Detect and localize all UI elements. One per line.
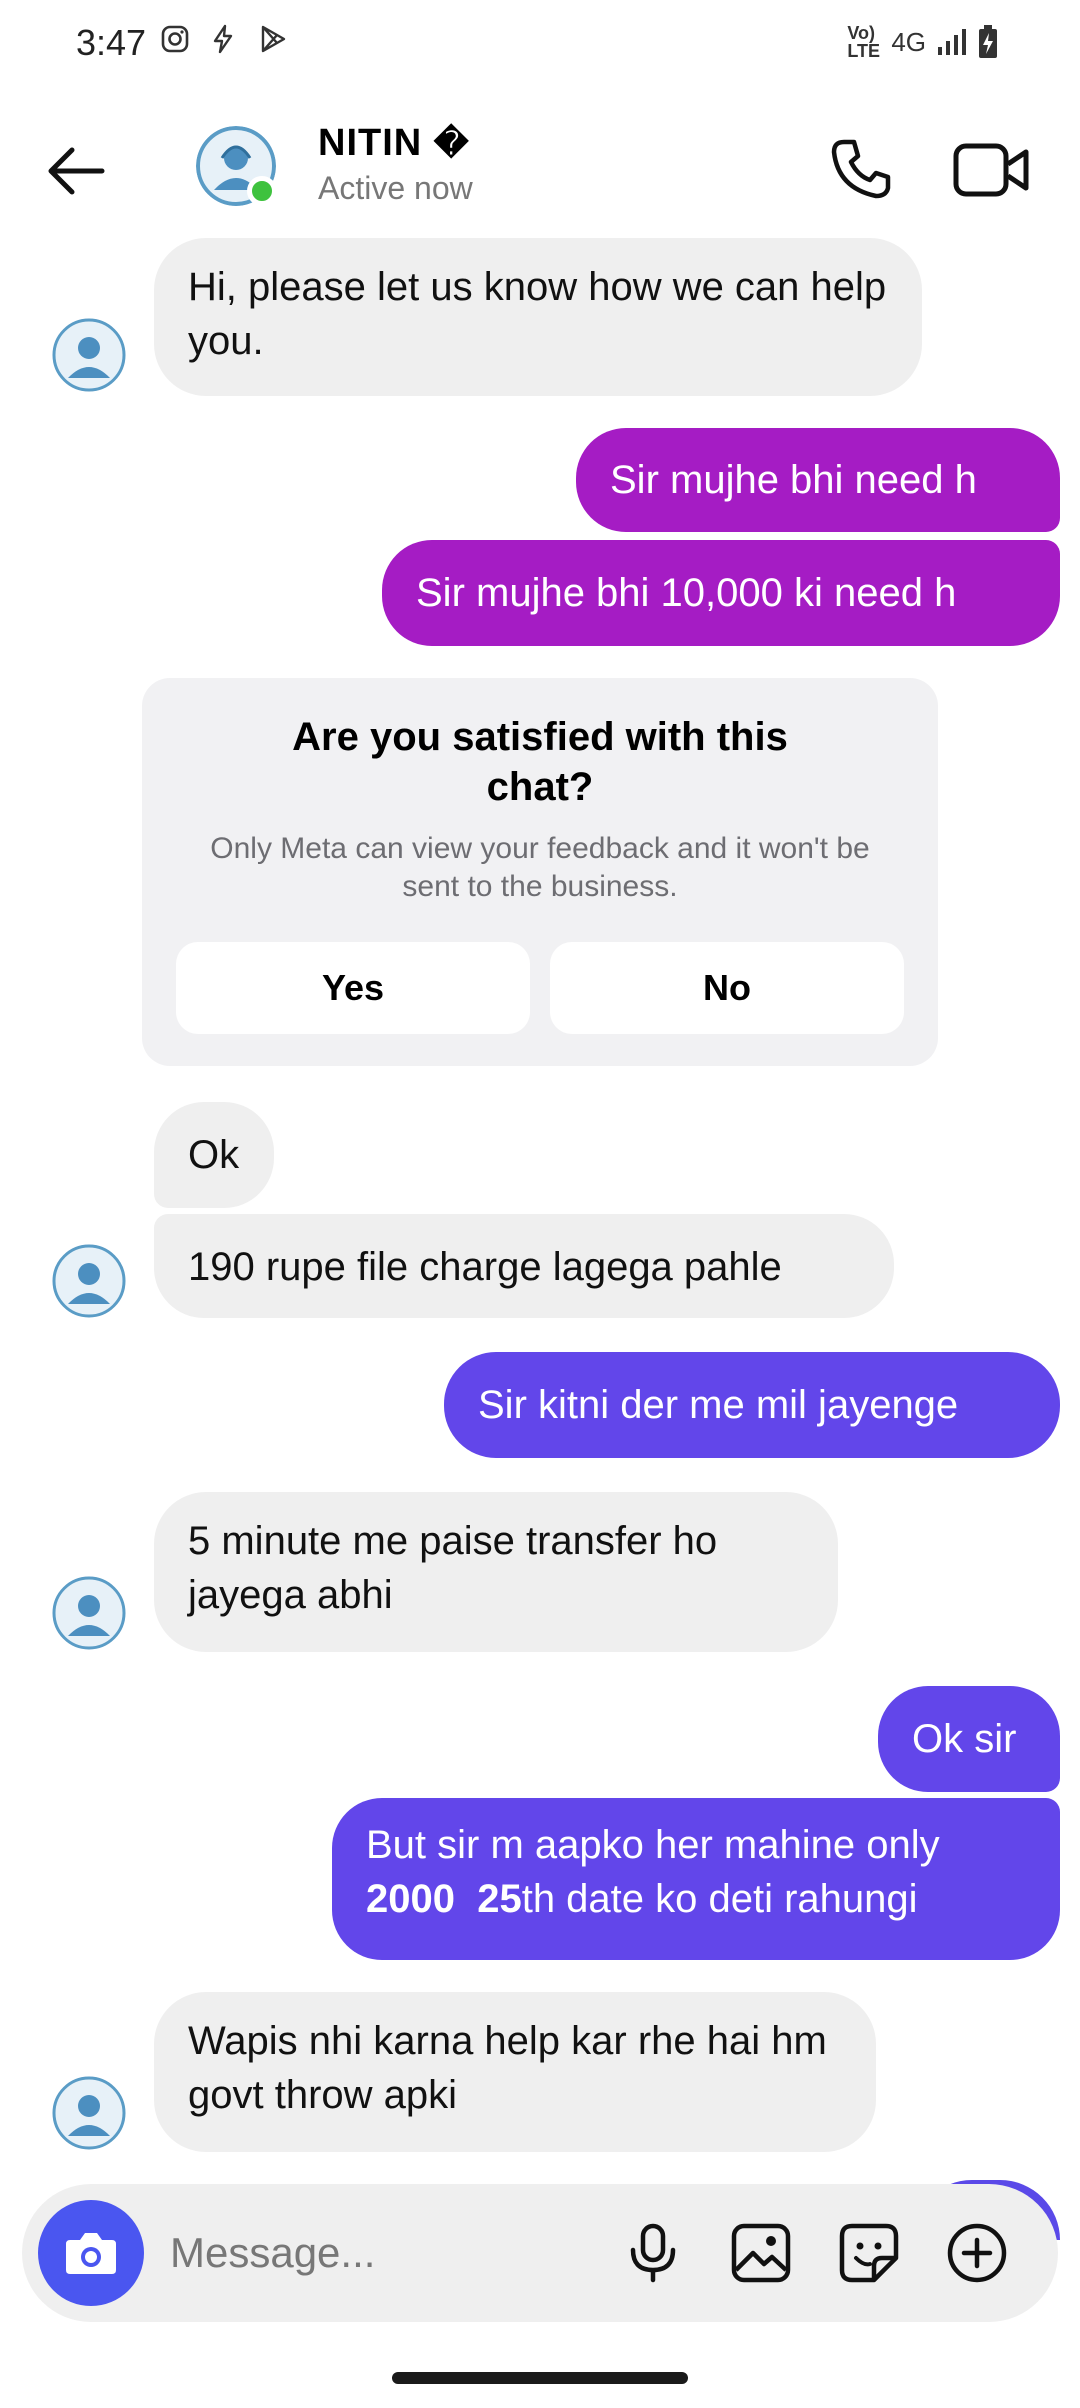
message-incoming[interactable]: 190 rupe file charge lagega pahle bbox=[154, 1214, 894, 1318]
message-text: th date ko deti rahungi bbox=[521, 1877, 918, 1921]
status-bar: 3:47 Vo) LTE 4G bbox=[0, 0, 1080, 90]
message-outgoing[interactable]: Sir kitni der me mil jayenge bbox=[444, 1352, 1060, 1458]
contact-name-text: NITIN bbox=[318, 122, 423, 164]
sender-avatar[interactable] bbox=[52, 318, 126, 392]
online-indicator bbox=[247, 176, 277, 206]
message-text: Wapis nhi karna help kar rhe hai hm govt… bbox=[188, 2019, 827, 2117]
message-text: Sir mujhe bhi need h bbox=[610, 458, 977, 502]
sender-avatar[interactable] bbox=[52, 2076, 126, 2150]
feedback-subtitle: Only Meta can view your feedback and it … bbox=[210, 832, 870, 903]
message-incoming[interactable]: Wapis nhi karna help kar rhe hai hm govt… bbox=[154, 1992, 876, 2152]
message-incoming[interactable]: 5 minute me paise transfer ho jayega abh… bbox=[154, 1492, 838, 1652]
flash-icon bbox=[213, 24, 233, 54]
presence-status: Active now bbox=[318, 170, 473, 206]
message-outgoing[interactable]: Ok sir bbox=[878, 1686, 1060, 1792]
network-status: Vo) LTE 4G bbox=[847, 24, 998, 60]
video-camera-icon[interactable] bbox=[952, 138, 1032, 202]
gallery-icon[interactable] bbox=[728, 2220, 794, 2286]
feedback-title: Are you satisfied with this chat? bbox=[292, 715, 788, 809]
message-text: 5 minute me paise transfer ho jayega abh… bbox=[188, 1519, 718, 1617]
message-text: Ok sir bbox=[912, 1717, 1017, 1761]
camera-button[interactable] bbox=[38, 2200, 144, 2306]
sender-avatar[interactable] bbox=[52, 1576, 126, 1650]
message-input[interactable] bbox=[168, 2222, 592, 2284]
status-time: 3:47 bbox=[76, 22, 147, 63]
sticker-icon[interactable] bbox=[836, 2220, 902, 2286]
message-outgoing[interactable]: Sir mujhe bhi need h bbox=[576, 428, 1060, 532]
microphone-icon[interactable] bbox=[620, 2220, 686, 2286]
sender-avatar[interactable] bbox=[52, 1244, 126, 1318]
message-text: 190 rupe file charge lagega pahle bbox=[188, 1245, 782, 1289]
network-type: 4G bbox=[891, 26, 926, 57]
message-text: But sir m aapko her mahine only bbox=[366, 1823, 940, 1867]
message-text-bold: 2000 25 bbox=[366, 1877, 522, 1921]
verified-badge: � bbox=[433, 125, 470, 163]
message-text: Hi, please let us know how we can help y… bbox=[188, 265, 887, 363]
message-incoming[interactable]: Hi, please let us know how we can help y… bbox=[154, 238, 922, 396]
message-composer bbox=[22, 2184, 1058, 2322]
phone-icon[interactable] bbox=[826, 134, 896, 204]
feedback-yes-button[interactable]: Yes bbox=[176, 942, 530, 1034]
plus-icon[interactable] bbox=[944, 2220, 1010, 2286]
contact-name[interactable]: NITIN � bbox=[318, 122, 470, 165]
home-indicator[interactable] bbox=[392, 2372, 688, 2384]
message-outgoing[interactable]: Sir mujhe bhi 10,000 ki need h bbox=[382, 540, 1060, 646]
back-arrow-icon[interactable] bbox=[42, 136, 112, 206]
instagram-icon bbox=[161, 25, 189, 53]
message-outgoing[interactable]: But sir m aapko her mahine only 2000 25t… bbox=[332, 1798, 1060, 1960]
feedback-no-button[interactable]: No bbox=[550, 942, 904, 1034]
message-incoming[interactable]: Ok bbox=[154, 1102, 274, 1208]
camera-icon bbox=[66, 2233, 116, 2274]
message-text: Sir mujhe bhi 10,000 ki need h bbox=[416, 571, 957, 615]
message-text: Ok bbox=[188, 1133, 240, 1177]
message-text: Sir kitni der me mil jayenge bbox=[478, 1383, 959, 1427]
chat-header: NITIN � Active now bbox=[0, 110, 1080, 230]
signal-icon bbox=[938, 29, 966, 55]
play-store-icon bbox=[261, 25, 286, 53]
volte-indicator: Vo) LTE bbox=[847, 23, 880, 61]
battery-icon bbox=[979, 25, 997, 58]
feedback-card: Are you satisfied with this chat? Only M… bbox=[142, 678, 938, 1066]
